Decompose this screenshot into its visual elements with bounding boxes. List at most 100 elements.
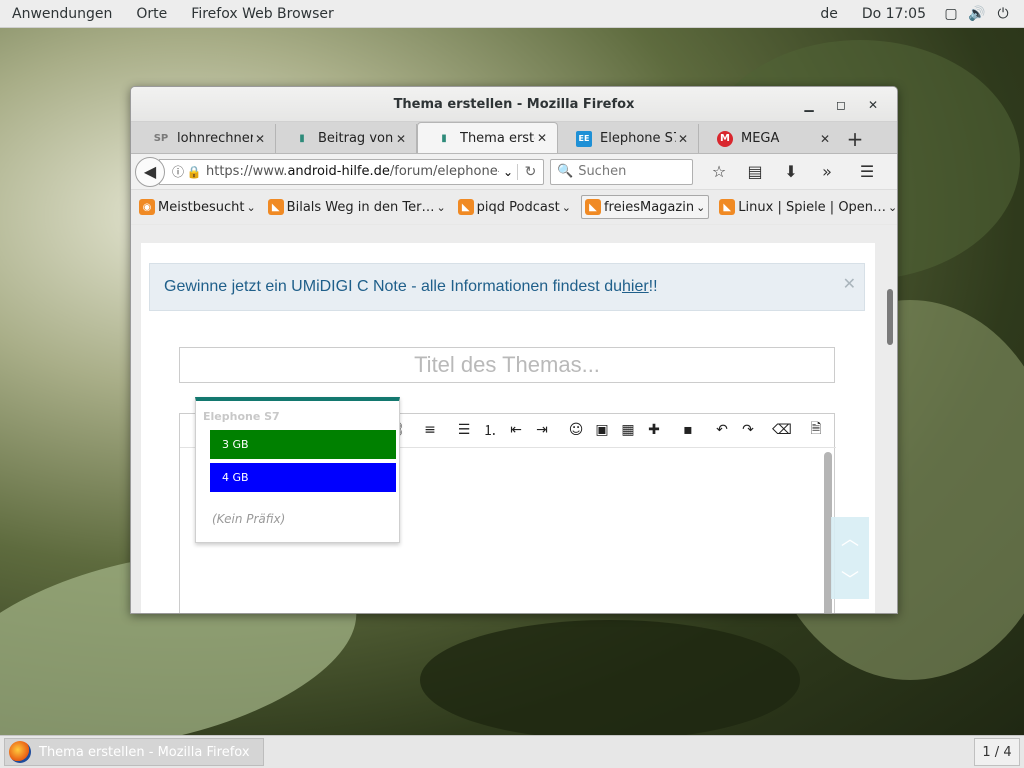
url-domain: android-hilfe.de <box>287 164 390 179</box>
image-icon[interactable]: ▣ <box>592 420 612 440</box>
bookmark-meistbesucht[interactable]: ◉ Meistbesucht ⌄ <box>137 195 258 219</box>
scroll-buttons: ︿ ﹀ <box>831 517 869 599</box>
prefix-option-none[interactable]: (Kein Präfix) <box>212 512 285 526</box>
page-scrollbar[interactable] <box>887 289 893 345</box>
smiley-icon[interactable]: ☺ <box>566 420 586 440</box>
arrow-left-icon: ◀ <box>143 162 157 181</box>
top-panel: Anwendungen Orte Firefox Web Browser de … <box>0 0 1024 28</box>
bookmark-label: Bilals Weg in den Ter… <box>286 199 435 215</box>
reload-icon[interactable]: ↻ <box>517 163 543 180</box>
bookmarks-toolbar: ◉ Meistbesucht ⌄ ◣ Bilals Weg in den Ter… <box>131 190 897 224</box>
places-menu[interactable]: Orte <box>124 6 179 22</box>
tab-label: Elephone S7 <box>600 131 676 146</box>
media-icon[interactable]: ▦ <box>618 420 638 440</box>
taskbar-firefox-item[interactable]: Thema erstellen - Mozilla Firefox <box>4 738 264 766</box>
minimize-button[interactable]: ▁ <box>793 98 825 112</box>
overflow-icon[interactable]: » <box>809 162 845 181</box>
chevron-down-icon: ⌄ <box>436 200 446 214</box>
rss-icon: ◣ <box>719 199 736 215</box>
rss-icon: ◣ <box>457 199 474 215</box>
maximize-button[interactable]: ◻ <box>825 98 857 112</box>
tab-elephone[interactable]: EE Elephone S7 ✕ <box>558 124 699 153</box>
reading-list-icon[interactable]: ▤ <box>737 162 773 181</box>
folder-icon: ◉ <box>139 199 155 215</box>
page-viewport: Gewinne jetzt ein UMiDIGI C Note - alle … <box>131 225 897 613</box>
tab-thema-erstellen[interactable]: ▮ Thema erste ✕ <box>417 122 558 153</box>
tab-favicon: ▮ <box>299 133 305 144</box>
title-placeholder: Titel des Themas... <box>414 352 600 377</box>
close-tab-icon[interactable]: ✕ <box>394 132 408 146</box>
applications-menu[interactable]: Anwendungen <box>0 6 124 22</box>
new-tab-button[interactable]: + <box>840 124 870 153</box>
search-placeholder: Suchen <box>578 164 627 179</box>
bookmark-linux-spiele[interactable]: ◣ Linux | Spiele | Open… ⌄ <box>717 195 898 219</box>
rss-icon: ◣ <box>584 199 601 215</box>
bookmark-label: piqd Podcast <box>476 199 560 215</box>
tab-bar: SP lohnrechner ✕ ▮ Beitrag von M ✕ ▮ The… <box>131 122 897 154</box>
chevron-down-icon: ⌄ <box>561 200 571 214</box>
task-title: Thema erstellen - Mozilla Firefox <box>39 744 250 760</box>
numbered-list-icon[interactable]: ⒈ <box>480 420 500 440</box>
close-tab-icon[interactable]: ✕ <box>676 132 690 146</box>
url-text[interactable]: https://www.android-hilfe.de/forum/eleph… <box>206 164 499 179</box>
clock[interactable]: Do 17:05 <box>850 6 938 22</box>
window-titlebar[interactable]: Thema erstellen - Mozilla Firefox ▁ ◻ ✕ <box>131 87 897 122</box>
prefix-group-label: Elephone S7 <box>203 410 280 423</box>
close-tab-icon[interactable]: ✕ <box>253 132 267 146</box>
tab-beitrag[interactable]: ▮ Beitrag von M ✕ <box>276 124 417 153</box>
bookmark-piqd[interactable]: ◣ piqd Podcast ⌄ <box>456 195 573 219</box>
url-path: /forum/elephone-s7 <box>389 164 499 179</box>
tab-label: MEGA <box>741 131 780 146</box>
workspace-indicator[interactable]: 1 / 4 <box>974 738 1020 766</box>
tab-lohnrechner[interactable]: SP lohnrechner ✕ <box>135 124 276 153</box>
prefix-option-4gb[interactable]: 4 GB <box>210 463 396 492</box>
tab-label: Beitrag von M <box>318 131 394 146</box>
bookmark-star-icon[interactable]: ☆ <box>701 162 737 181</box>
prefix-option-label: 4 GB <box>222 471 249 484</box>
download-icon[interactable]: ⬇ <box>773 162 809 181</box>
redo-icon[interactable]: ↷ <box>738 420 758 440</box>
prefix-dropdown: Elephone S7 3 GB 4 GB (Kein Präfix) <box>195 397 400 543</box>
chevron-down-icon[interactable]: ⌄ <box>499 165 517 179</box>
tab-favicon: ▮ <box>441 132 447 144</box>
workspace-label: 1 / 4 <box>982 744 1012 760</box>
lock-icon[interactable]: 🔒 <box>186 165 202 179</box>
thread-title-input[interactable]: Titel des Themas... <box>179 347 835 383</box>
indent-icon[interactable]: ⇥ <box>532 420 552 440</box>
banner-link[interactable]: hier <box>622 278 649 296</box>
close-window-button[interactable]: ✕ <box>857 98 889 112</box>
undo-icon[interactable]: ↶ <box>712 420 732 440</box>
url-prefix: https://www. <box>206 164 288 179</box>
scroll-up-icon[interactable]: ︿ <box>831 517 869 558</box>
screen-icon[interactable]: ▢ <box>938 6 964 22</box>
url-bar[interactable]: ⓘ 🔒 https://www.android-hilfe.de/forum/e… <box>159 158 544 185</box>
firefox-icon <box>9 741 31 763</box>
align-left-icon[interactable]: ≡ <box>420 420 440 440</box>
bookmark-bilals-weg[interactable]: ◣ Bilals Weg in den Ter… ⌄ <box>266 195 448 219</box>
scroll-down-icon[interactable]: ﹀ <box>831 558 869 599</box>
close-tab-icon[interactable]: ✕ <box>535 131 549 145</box>
bookmark-freiesmagazin[interactable]: ◣ freiesMagazin ⌄ <box>580 195 710 219</box>
promo-banner: Gewinne jetzt ein UMiDIGI C Note - alle … <box>149 263 865 311</box>
power-icon[interactable]: ⏻ <box>990 6 1016 22</box>
chevron-down-icon: ⌄ <box>246 200 256 214</box>
close-icon[interactable]: ✕ <box>843 274 856 294</box>
outdent-icon[interactable]: ⇤ <box>506 420 526 440</box>
close-tab-icon[interactable]: ✕ <box>818 132 832 146</box>
volume-icon[interactable]: 🔊 <box>964 6 990 22</box>
search-input[interactable]: 🔍 Suchen <box>550 158 693 185</box>
eraser-icon[interactable]: ⌫ <box>772 420 792 440</box>
prefix-option-3gb[interactable]: 3 GB <box>210 430 396 459</box>
tab-mega[interactable]: M MEGA ✕ <box>699 124 840 153</box>
back-button[interactable]: ◀ <box>135 156 165 187</box>
nav-bar: ◀ ⓘ 🔒 https://www.android-hilfe.de/forum… <box>131 154 897 190</box>
hamburger-menu-icon[interactable]: ☰ <box>849 162 885 181</box>
info-icon[interactable]: ⓘ <box>170 163 186 180</box>
source-view-icon[interactable]: 🗎 <box>806 420 826 440</box>
keyboard-layout[interactable]: de <box>808 6 850 22</box>
bullet-list-icon[interactable]: ☰ <box>454 420 474 440</box>
chevron-down-icon: ⌄ <box>888 200 898 214</box>
plus-icon[interactable]: ✚ <box>644 420 664 440</box>
app-menu[interactable]: Firefox Web Browser <box>179 6 346 22</box>
save-draft-icon[interactable]: ▪ <box>678 420 698 440</box>
